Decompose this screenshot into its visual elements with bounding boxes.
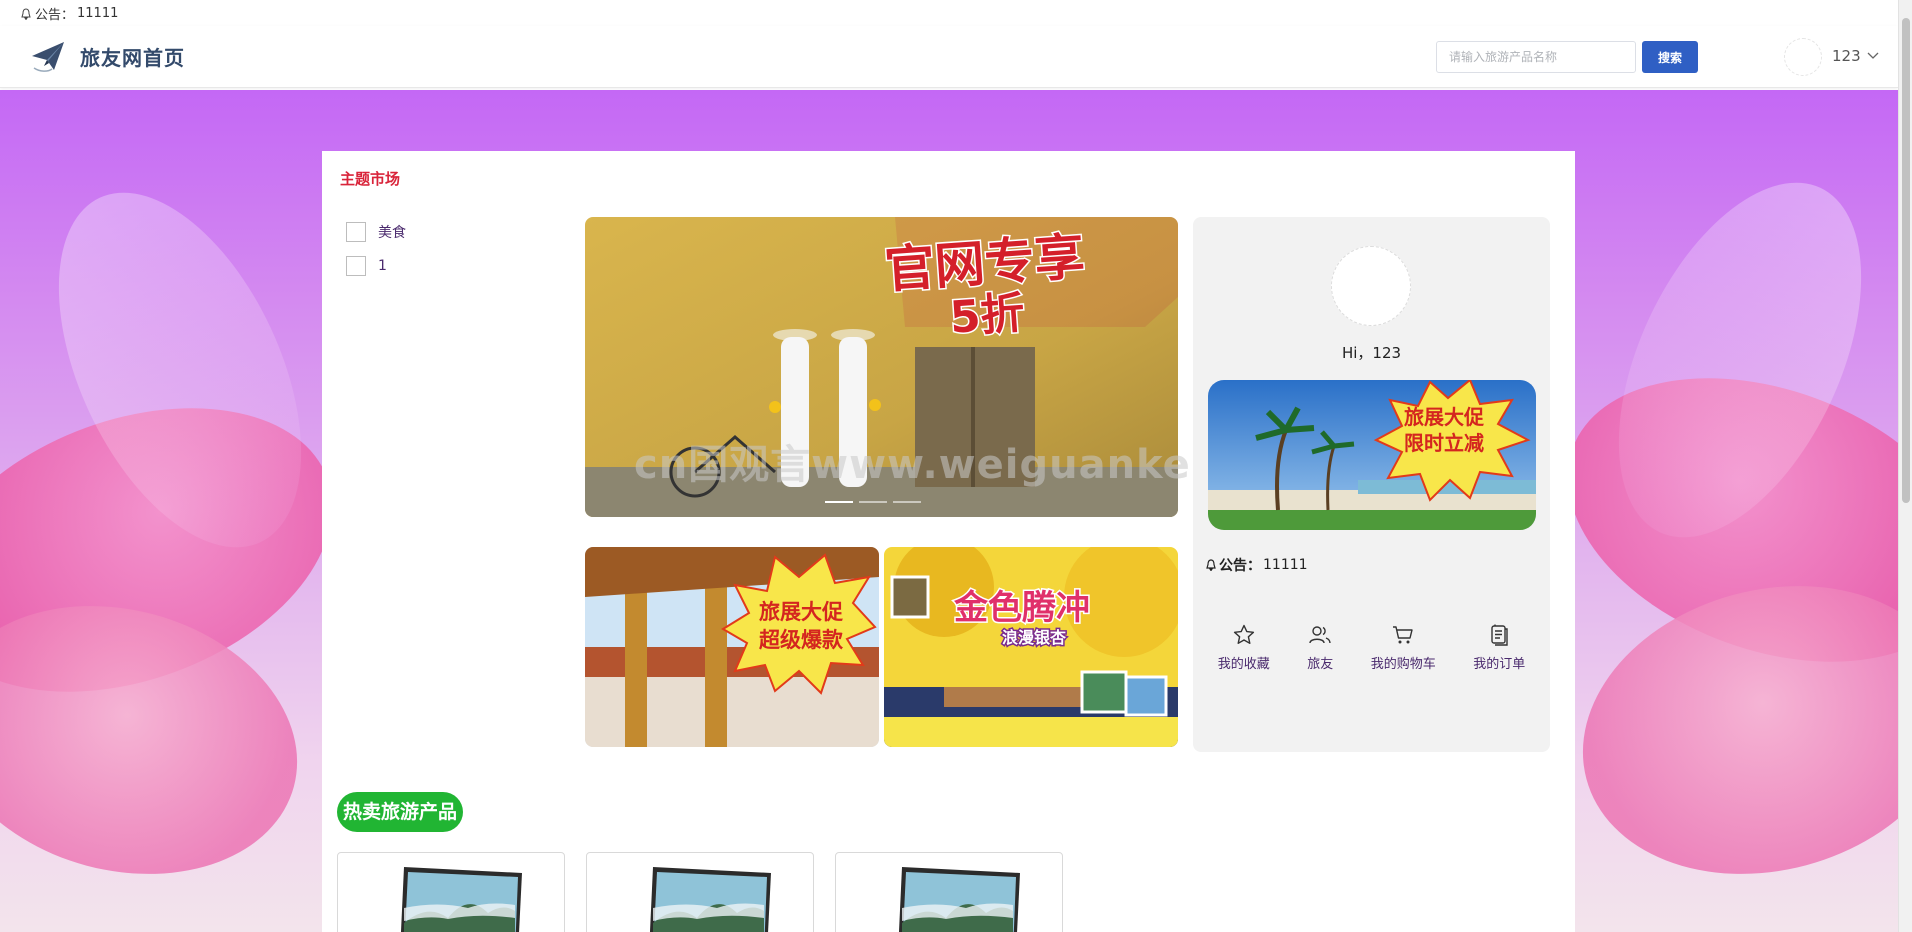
panel-notice-text: 11111	[1263, 557, 1308, 573]
chevron-down-icon	[1867, 52, 1879, 59]
top-notice: 公告： 11111	[20, 4, 118, 23]
thumb1-line1: 旅展大促	[759, 600, 844, 624]
quick-link-favorites[interactable]: 我的收藏	[1218, 623, 1270, 672]
quick-link-label: 我的购物车	[1370, 657, 1436, 672]
product-card[interactable]	[835, 852, 1063, 932]
logo[interactable]: 旅友网首页	[30, 38, 185, 74]
product-card[interactable]	[586, 852, 814, 932]
scrollbar-thumb[interactable]	[1902, 18, 1910, 503]
quick-link-friends[interactable]: 旅友	[1307, 623, 1333, 672]
category-label: 美食	[378, 225, 406, 241]
carousel-dot[interactable]	[893, 501, 921, 503]
panel-notice-label: 公告：	[1219, 558, 1261, 574]
checkbox[interactable]	[346, 222, 366, 242]
watermark: cn国观言www.weiguanke.cn	[634, 442, 1262, 488]
thumb1-line2: 超级爆款	[759, 628, 844, 652]
notice-text: 11111	[77, 6, 119, 21]
section-title: 主题市场	[340, 170, 401, 188]
thumb2-line1: 金色腾冲	[953, 588, 1090, 628]
promo-thumb[interactable]: 金色腾冲 浪漫银杏	[884, 547, 1178, 747]
product-image	[649, 867, 771, 932]
users-icon	[1309, 626, 1331, 644]
carousel-dots	[825, 501, 921, 503]
carousel-dot[interactable]	[859, 501, 887, 503]
category-item[interactable]: 1	[346, 249, 406, 283]
bell-icon	[1206, 559, 1216, 571]
quick-links: 我的收藏 旅友 我的购物车 我的订单	[1193, 623, 1550, 672]
user-panel: Hi，123 旅展大促 限时立减 公告： 11111 我的收藏 旅友 我的购物车…	[1193, 217, 1550, 752]
product-image	[400, 867, 522, 932]
checkbox[interactable]	[346, 256, 366, 276]
thumb2-line2: 浪漫银杏	[1002, 628, 1066, 647]
header: 旅友网首页 搜索 123	[0, 26, 1898, 88]
quick-link-label: 旅友	[1307, 657, 1334, 672]
orders-icon	[1491, 624, 1508, 646]
site-title: 旅友网首页	[80, 45, 185, 70]
category-list: 美食 1	[346, 215, 406, 283]
search-input[interactable]	[1436, 41, 1636, 73]
quick-link-orders[interactable]: 我的订单	[1473, 623, 1525, 672]
scrollbar[interactable]	[1898, 0, 1912, 932]
star-icon	[1233, 624, 1254, 644]
user-avatar[interactable]	[1331, 246, 1411, 326]
promo-line2: 限时立减	[1404, 431, 1484, 455]
panel-notice: 公告： 11111	[1205, 555, 1308, 575]
promo-line1: 旅展大促	[1404, 405, 1485, 429]
main-card: 主题市场 美食 1 官网专享 5折 旅展大促 超级爆款 金色腾冲 浪漫银杏 cn…	[322, 151, 1575, 932]
temple-image: 旅展大促 超级爆款	[585, 547, 879, 747]
category-item[interactable]: 美食	[346, 215, 406, 249]
greeting: Hi，123	[1341, 344, 1402, 362]
notice-label: 公告：	[35, 8, 75, 23]
bell-icon	[21, 7, 31, 20]
product-card[interactable]	[337, 852, 565, 932]
promo-banner[interactable]: 旅展大促 限时立减	[1208, 380, 1536, 530]
ginkgo-image: 金色腾冲 浪漫银杏	[884, 547, 1178, 747]
hot-products-title: 热卖旅游产品	[337, 792, 464, 832]
beach-image: 旅展大促 限时立减	[1208, 380, 1536, 530]
category-label: 1	[378, 258, 387, 274]
username: 123	[1832, 47, 1861, 65]
avatar[interactable]	[1784, 38, 1822, 76]
quick-link-label: 我的订单	[1473, 657, 1526, 672]
quick-link-label: 我的收藏	[1217, 657, 1270, 672]
cart-icon	[1393, 626, 1413, 644]
search-button[interactable]: 搜索	[1642, 41, 1698, 73]
paper-plane-icon	[32, 42, 64, 72]
banner-headline-2: 5折	[948, 288, 1026, 344]
product-image	[898, 867, 1020, 932]
carousel-dot[interactable]	[825, 501, 853, 503]
promo-thumb[interactable]: 旅展大促 超级爆款	[585, 547, 879, 747]
quick-link-cart[interactable]: 我的购物车	[1371, 623, 1436, 672]
user-menu[interactable]: 123	[1832, 47, 1879, 65]
